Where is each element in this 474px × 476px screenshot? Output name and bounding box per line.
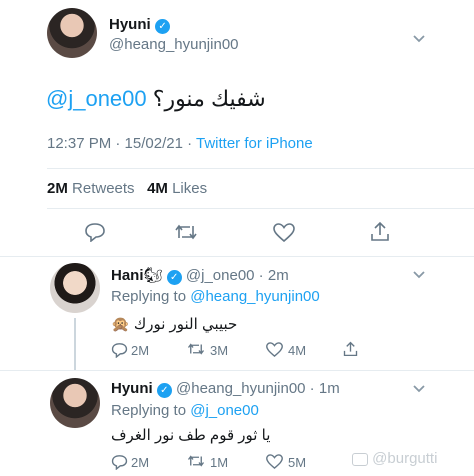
author-handle[interactable]: @heang_hyunjin00 (109, 36, 239, 53)
like-icon[interactable] (266, 454, 283, 469)
avatar[interactable] (50, 263, 100, 313)
reply-actions: 2M 1M 5M (111, 452, 371, 472)
avatar[interactable] (47, 8, 97, 58)
retweet-icon[interactable] (187, 454, 205, 468)
squirrel-emoji: 🐿 (143, 267, 163, 284)
divider (47, 208, 474, 209)
like-count: 4M (288, 343, 307, 358)
author-handle[interactable]: @j_one00 · 2m (186, 267, 289, 284)
camera-icon (352, 452, 368, 466)
like-count: 5M (288, 455, 307, 470)
divider (0, 256, 474, 257)
tweet-text: @j_one00 شفيك منور؟ (46, 86, 266, 112)
retweet-count: 1M (210, 455, 229, 470)
watermark: @burgutti (352, 450, 437, 467)
retweet-count: 3M (210, 343, 229, 358)
stats-row: 2M Retweets 4M Likes (47, 180, 207, 197)
mention-link[interactable]: @heang_hyunjin00 (190, 288, 320, 305)
avatar[interactable] (50, 378, 100, 428)
reply-count: 2M (131, 343, 150, 358)
author-name-row: Hyuni ✓ (109, 16, 171, 34)
client-link[interactable]: Twitter for iPhone (196, 135, 313, 152)
timestamp[interactable]: 12:37 PM · 15/02/21 · (47, 135, 196, 152)
verified-icon: ✓ (156, 383, 172, 398)
chevron-down-icon[interactable] (412, 270, 426, 280)
reply-header: Hani🐿 ✓ @j_one00 · 2m (111, 266, 289, 285)
tweet-body: شفيك منور؟ (152, 86, 266, 111)
reply-icon[interactable] (84, 222, 106, 242)
replying-to: Replying to @heang_hyunjin00 (111, 288, 320, 305)
author-name[interactable]: Hyuni (109, 16, 151, 33)
verified-icon: ✓ (155, 19, 171, 34)
share-icon[interactable] (343, 341, 358, 357)
author-handle[interactable]: @heang_hyunjin00 · 1m (176, 380, 340, 397)
retweets-count[interactable]: 2M Retweets (47, 180, 135, 197)
like-icon[interactable] (273, 223, 295, 242)
author-name[interactable]: Hani (111, 267, 144, 284)
reply-icon[interactable] (111, 342, 128, 358)
replying-to: Replying to @j_one00 (111, 402, 259, 419)
chevron-down-icon[interactable] (412, 384, 426, 394)
author-name[interactable]: Hyuni (111, 380, 153, 397)
mention-link[interactable]: @j_one00 (46, 86, 147, 111)
retweet-icon[interactable] (174, 223, 198, 241)
thread-line (74, 318, 76, 370)
retweet-icon[interactable] (187, 342, 205, 356)
reply-count: 2M (131, 455, 150, 470)
like-icon[interactable] (266, 342, 283, 357)
reply-icon[interactable] (111, 454, 128, 470)
share-icon[interactable] (370, 221, 390, 242)
reply-header: Hyuni ✓ @heang_hyunjin00 · 1m (111, 380, 340, 398)
divider (0, 370, 474, 371)
reply-text: حبيبي النور نورك 🙊 (111, 316, 238, 333)
chevron-down-icon[interactable] (412, 34, 426, 44)
mention-link[interactable]: @j_one00 (190, 402, 259, 419)
divider (47, 168, 474, 169)
timestamp-row: 12:37 PM · 15/02/21 · Twitter for iPhone (47, 135, 313, 152)
reply-text: يا ثور قوم طف نور الغرف (111, 427, 271, 444)
verified-icon: ✓ (166, 270, 182, 285)
likes-count[interactable]: 4M Likes (147, 180, 207, 197)
reply-actions: 2M 3M 4M (111, 340, 371, 360)
